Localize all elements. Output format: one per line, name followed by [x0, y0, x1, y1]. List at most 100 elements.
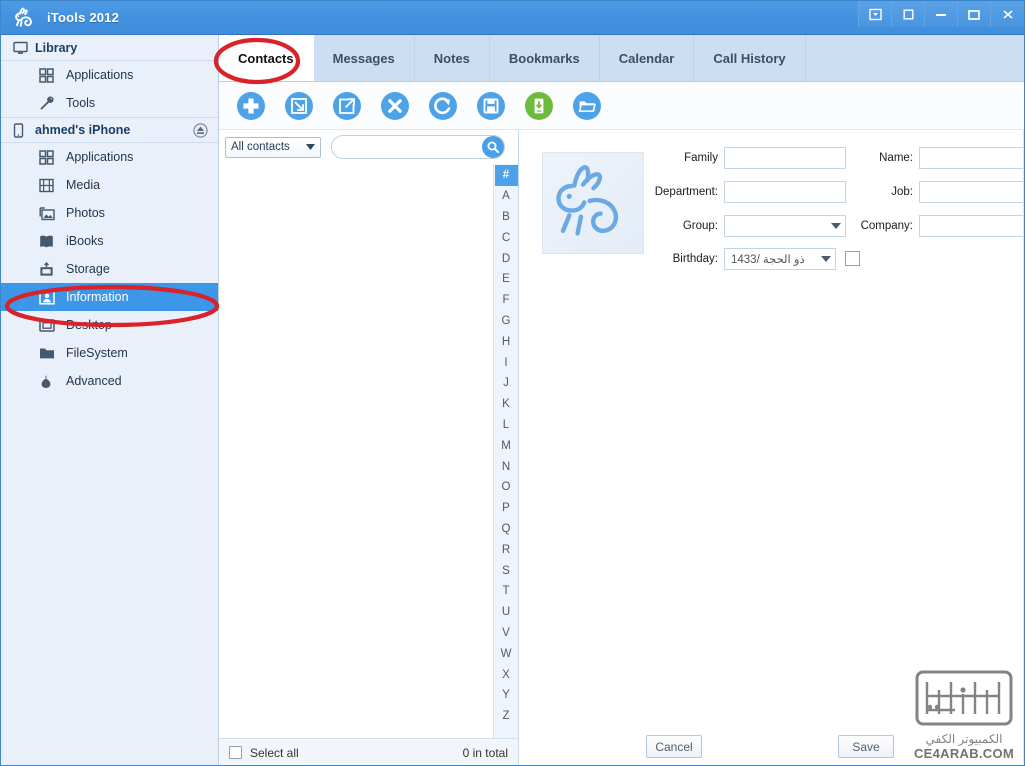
sidebar-item-label: Photos: [66, 206, 105, 220]
wrench-icon: [39, 94, 59, 112]
group-select[interactable]: [724, 215, 846, 237]
contact-avatar[interactable]: [542, 152, 644, 254]
alphabet-index-item-i[interactable]: I: [495, 352, 518, 373]
open-folder-button[interactable]: [563, 84, 611, 128]
save-form-button[interactable]: Save: [838, 735, 894, 758]
close-button[interactable]: [990, 1, 1024, 27]
sidebar-item-label: Applications: [66, 68, 134, 82]
job-field[interactable]: [919, 181, 1024, 203]
search-box: [331, 135, 505, 159]
alphabet-index-item-x[interactable]: X: [495, 664, 518, 685]
book-icon: [39, 232, 59, 250]
arrow-down-right-box-icon: [285, 91, 313, 120]
sidebar-item-media[interactable]: Media: [1, 171, 218, 199]
restore-down-small-button[interactable]: [858, 1, 891, 27]
iphone-icon: [13, 122, 31, 138]
tab-calendar[interactable]: Calendar: [600, 35, 695, 81]
birthday-select[interactable]: 1433/ ذو الحجة: [724, 248, 836, 270]
alphabet-index-item-h[interactable]: H: [495, 331, 518, 352]
alphabet-index-item-s[interactable]: S: [495, 560, 518, 581]
alphabet-index-item-z[interactable]: Z: [495, 706, 518, 727]
sidebar-item-storage[interactable]: Storage: [1, 255, 218, 283]
field-row-company: Company:: [853, 215, 1024, 237]
alphabet-index-item-d[interactable]: D: [495, 248, 518, 269]
sidebar-group-device-label: ahmed's iPhone: [35, 123, 131, 137]
backup-to-device-button[interactable]: [515, 84, 563, 128]
sidebar-item-desktop[interactable]: Desktop: [1, 311, 218, 339]
sidebar-item-filesystem[interactable]: FileSystem: [1, 339, 218, 367]
save-button[interactable]: [467, 84, 515, 128]
alphabet-index-item-b[interactable]: B: [495, 207, 518, 228]
export-button[interactable]: [323, 84, 371, 128]
import-button[interactable]: [275, 84, 323, 128]
alphabet-index-item-p[interactable]: P: [495, 498, 518, 519]
alphabet-index-item-q[interactable]: Q: [495, 519, 518, 540]
search-button[interactable]: [482, 136, 504, 158]
alphabet-index-item-v[interactable]: V: [495, 623, 518, 644]
alphabet-index-item-y[interactable]: Y: [495, 685, 518, 706]
sidebar-group-library[interactable]: Library: [1, 35, 218, 61]
field-row-job: Job:: [853, 181, 1024, 203]
alphabet-index-item-e[interactable]: E: [495, 269, 518, 290]
alphabet-index-item-k[interactable]: K: [495, 394, 518, 415]
sidebar-item-ibooks[interactable]: iBooks: [1, 227, 218, 255]
tab-messages[interactable]: Messages: [314, 35, 415, 81]
alphabet-index-item-g[interactable]: G: [495, 311, 518, 332]
cancel-button[interactable]: Cancel: [646, 735, 702, 758]
minimize-button[interactable]: [924, 1, 957, 27]
alphabet-index-item-hash[interactable]: #: [494, 165, 518, 186]
alphabet-index-item-n[interactable]: N: [495, 456, 518, 477]
shade-button[interactable]: [891, 1, 924, 27]
alphabet-index-item-w[interactable]: W: [495, 643, 518, 664]
sidebar-item-information[interactable]: Information: [1, 283, 218, 311]
select-all-checkbox[interactable]: [229, 746, 242, 759]
alphabet-index-item-l[interactable]: L: [495, 415, 518, 436]
alphabet-index-item-r[interactable]: R: [495, 539, 518, 560]
save-button-label: Save: [852, 739, 880, 754]
eject-icon[interactable]: [193, 123, 208, 138]
company-field[interactable]: [919, 215, 1024, 237]
alphabet-index-item-f[interactable]: F: [495, 290, 518, 311]
alphabet-index-item-m[interactable]: M: [495, 435, 518, 456]
contacts-toolbar: [219, 82, 1024, 130]
tab-bookmarks[interactable]: Bookmarks: [490, 35, 600, 81]
alphabet-index-item-c[interactable]: C: [495, 227, 518, 248]
contacts-filter-select[interactable]: All contacts: [225, 136, 321, 158]
sidebar-item-photos[interactable]: Photos: [1, 199, 218, 227]
tab-notes[interactable]: Notes: [415, 35, 490, 81]
search-input[interactable]: [331, 135, 505, 159]
sidebar-item-advanced[interactable]: Advanced: [1, 367, 218, 395]
maximize-button[interactable]: [957, 1, 990, 27]
list-status-bar: Select all 0 in total: [219, 738, 519, 765]
sidebar-group-device[interactable]: ahmed's iPhone: [1, 117, 218, 143]
alphabet-index-item-j[interactable]: J: [495, 373, 518, 394]
alphabet-index: # A B C D E F G H I J K L M N O P Q R S T U V W X Y Z: [493, 164, 518, 738]
refresh-button[interactable]: [419, 84, 467, 128]
tab-call-history[interactable]: Call History: [694, 35, 806, 81]
sidebar-item-library-tools[interactable]: Tools: [1, 89, 218, 117]
name-field[interactable]: [919, 147, 1024, 169]
department-field[interactable]: [724, 181, 846, 203]
birthday-label: Birthday:: [672, 253, 718, 265]
alphabet-index-item-a[interactable]: A: [495, 186, 518, 207]
sidebar-item-label: Tools: [66, 96, 96, 110]
sidebar-item-applications[interactable]: Applications: [1, 143, 218, 171]
birthday-select-value: 1433/ ذو الحجة: [731, 254, 805, 266]
alphabet-index-item-t[interactable]: T: [495, 581, 518, 602]
tab-label: Call History: [713, 50, 786, 66]
alphabet-index-item-u[interactable]: U: [495, 602, 518, 623]
add-contact-button[interactable]: [227, 84, 275, 128]
family-field[interactable]: [724, 147, 846, 169]
birthday-enable-checkbox[interactable]: [845, 251, 860, 266]
grid-apps-icon: [39, 148, 59, 166]
x-circle-icon: [381, 91, 409, 120]
tab-contacts[interactable]: Contacts: [219, 35, 314, 81]
delete-button[interactable]: [371, 84, 419, 128]
sidebar-item-library-applications[interactable]: Applications: [1, 61, 218, 89]
watermark-english: CE4ARAB.COM: [913, 746, 1015, 761]
tab-label: Notes: [433, 50, 470, 66]
ce4arab-logo-icon: [915, 670, 1013, 726]
alphabet-index-item-o[interactable]: O: [495, 477, 518, 498]
photo-icon: [39, 204, 59, 222]
list-toolbar: All contacts: [219, 130, 518, 164]
